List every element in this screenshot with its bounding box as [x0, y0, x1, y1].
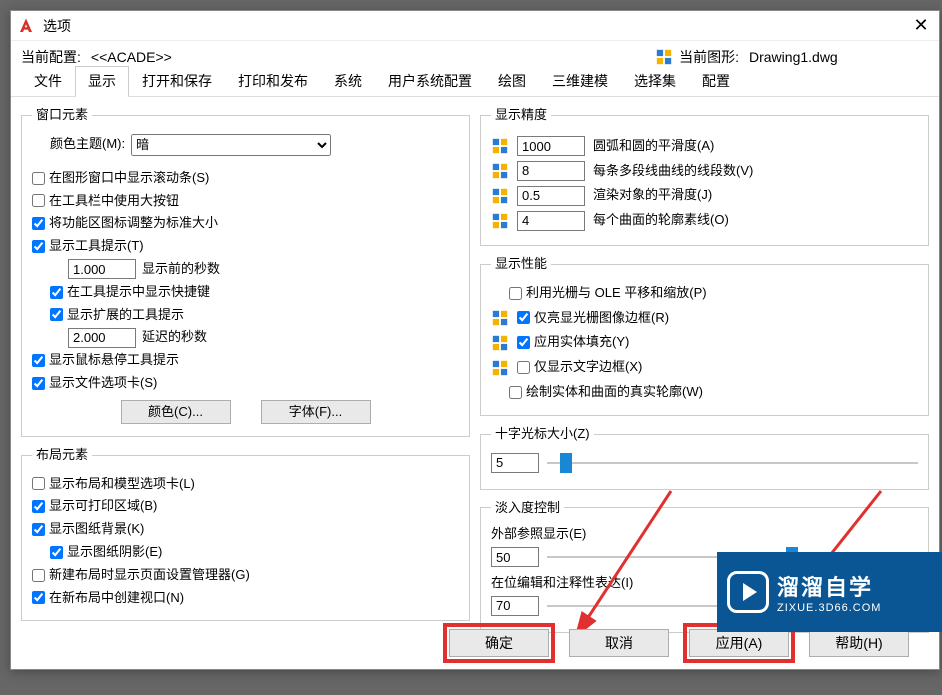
chk-show-rollover[interactable]: [32, 354, 45, 367]
tab-3d-modeling[interactable]: 三维建模: [539, 66, 621, 96]
tab-display[interactable]: 显示: [75, 66, 129, 97]
crosshair-size-legend: 十字光标大小(Z): [491, 424, 594, 445]
input-inplace-fade[interactable]: [491, 596, 539, 616]
dwg-icon: [491, 334, 509, 352]
dwg-icon: [491, 309, 509, 327]
input-arc-smooth[interactable]: [517, 136, 585, 156]
tab-files[interactable]: 文件: [21, 66, 75, 96]
delay-seconds-label: 延迟的秒数: [142, 327, 207, 348]
layout-elements-legend: 布局元素: [32, 445, 92, 466]
color-theme-select[interactable]: 暗: [131, 134, 331, 156]
current-drawing-value: Drawing1.dwg: [749, 49, 889, 65]
current-profile-label: 当前配置:: [21, 47, 81, 67]
chk-show-layout-tabs[interactable]: [32, 477, 45, 490]
app-logo: [17, 17, 35, 35]
group-window-elements: 窗口元素 颜色主题(M): 暗 在图形窗口中显示滚动条(S) 在工具栏中使用大按…: [21, 105, 470, 437]
ok-button[interactable]: 确定: [449, 629, 549, 657]
dwg-icon: [491, 187, 509, 205]
watermark-url: ZIXUE.3D66.COM: [777, 602, 881, 614]
left-column: 窗口元素 颜色主题(M): 暗 在图形窗口中显示滚动条(S) 在工具栏中使用大按…: [21, 105, 470, 641]
tab-user-prefs[interactable]: 用户系统配置: [375, 66, 485, 96]
chk-text-frame[interactable]: [517, 361, 530, 374]
input-crosshair-size[interactable]: [491, 453, 539, 473]
chk-show-tooltips[interactable]: [32, 240, 45, 253]
chk-create-viewport[interactable]: [32, 591, 45, 604]
input-delay-seconds[interactable]: [68, 328, 136, 348]
chk-show-scrollbars[interactable]: [32, 172, 45, 185]
fade-control-legend: 淡入度控制: [491, 498, 564, 519]
group-display-precision: 显示精度 圆弧和圆的平滑度(A) 每条多段线曲线的线段数(V) 渲染对象的平滑度…: [480, 105, 929, 246]
surf-contour-label: 每个曲面的轮廓素线(O): [593, 210, 729, 231]
color-theme-label: 颜色主题(M):: [50, 134, 125, 155]
group-display-performance: 显示性能 利用光栅与 OLE 平移和缩放(P) 仅亮显光栅图像边框(R) 应用实…: [480, 254, 929, 416]
tab-drafting[interactable]: 绘图: [485, 66, 539, 96]
chk-show-shortcuts[interactable]: [50, 286, 63, 299]
dwg-icon: [655, 48, 673, 66]
watermark: 溜溜自学 ZIXUE.3D66.COM: [717, 552, 942, 632]
current-drawing-label: 当前图形:: [679, 47, 739, 67]
tab-open-save[interactable]: 打开和保存: [129, 66, 225, 96]
slider-crosshair-size[interactable]: [547, 455, 918, 471]
input-xref-fade[interactable]: [491, 547, 539, 567]
tab-profiles[interactable]: 配置: [689, 66, 743, 96]
chk-show-ext-tooltips[interactable]: [50, 308, 63, 321]
titlebar: 选项 ✕: [11, 11, 939, 41]
chk-show-pagesetup[interactable]: [32, 569, 45, 582]
display-performance-legend: 显示性能: [491, 254, 551, 275]
display-precision-legend: 显示精度: [491, 105, 551, 126]
close-icon[interactable]: ✕: [909, 14, 933, 38]
input-pline-segs[interactable]: [517, 161, 585, 181]
chk-solid-fill[interactable]: [517, 336, 530, 349]
pline-segs-label: 每条多段线曲线的线段数(V): [593, 161, 753, 182]
group-crosshair-size: 十字光标大小(Z): [480, 424, 929, 490]
group-layout-elements: 布局元素 显示布局和模型选项卡(L) 显示可打印区域(B) 显示图纸背景(K) …: [21, 445, 470, 622]
tab-system[interactable]: 系统: [321, 66, 375, 96]
chk-show-printable[interactable]: [32, 500, 45, 513]
dwg-icon: [491, 212, 509, 230]
dwg-icon: [491, 137, 509, 155]
chk-show-paper-shadow[interactable]: [50, 546, 63, 559]
play-icon: [727, 571, 769, 613]
chk-show-paper-bg[interactable]: [32, 523, 45, 536]
render-smooth-label: 渲染对象的平滑度(J): [593, 185, 712, 206]
current-profile-value: <<ACADE>>: [91, 49, 251, 65]
chk-highlight-raster[interactable]: [517, 311, 530, 324]
chk-show-file-tabs[interactable]: [32, 377, 45, 390]
dialog-title: 选项: [43, 16, 909, 36]
chk-raster-pan[interactable]: [509, 287, 522, 300]
input-surf-contour[interactable]: [517, 211, 585, 231]
xref-fade-label: 外部参照显示(E): [491, 524, 918, 545]
watermark-title: 溜溜自学: [777, 570, 881, 602]
tabs: 文件 显示 打开和保存 打印和发布 系统 用户系统配置 绘图 三维建模 选择集 …: [11, 69, 939, 97]
chk-large-toolbar[interactable]: [32, 194, 45, 207]
input-render-smooth[interactable]: [517, 186, 585, 206]
colors-button[interactable]: 颜色(C)...: [121, 400, 231, 424]
tab-plot-publish[interactable]: 打印和发布: [225, 66, 321, 96]
fonts-button[interactable]: 字体(F)...: [261, 400, 371, 424]
help-button[interactable]: 帮助(H): [809, 629, 909, 657]
chk-resize-ribbon[interactable]: [32, 217, 45, 230]
dwg-icon: [491, 359, 509, 377]
profile-bar: 当前配置: <<ACADE>> 当前图形: Drawing1.dwg: [11, 41, 939, 69]
apply-button[interactable]: 应用(A): [689, 629, 789, 657]
seconds-before-label: 显示前的秒数: [142, 259, 220, 280]
dwg-icon: [491, 162, 509, 180]
window-elements-legend: 窗口元素: [32, 105, 92, 126]
input-seconds-before[interactable]: [68, 259, 136, 279]
arc-smooth-label: 圆弧和圆的平滑度(A): [593, 136, 714, 157]
cancel-button[interactable]: 取消: [569, 629, 669, 657]
chk-true-silhouette[interactable]: [509, 386, 522, 399]
tab-selection[interactable]: 选择集: [621, 66, 689, 96]
